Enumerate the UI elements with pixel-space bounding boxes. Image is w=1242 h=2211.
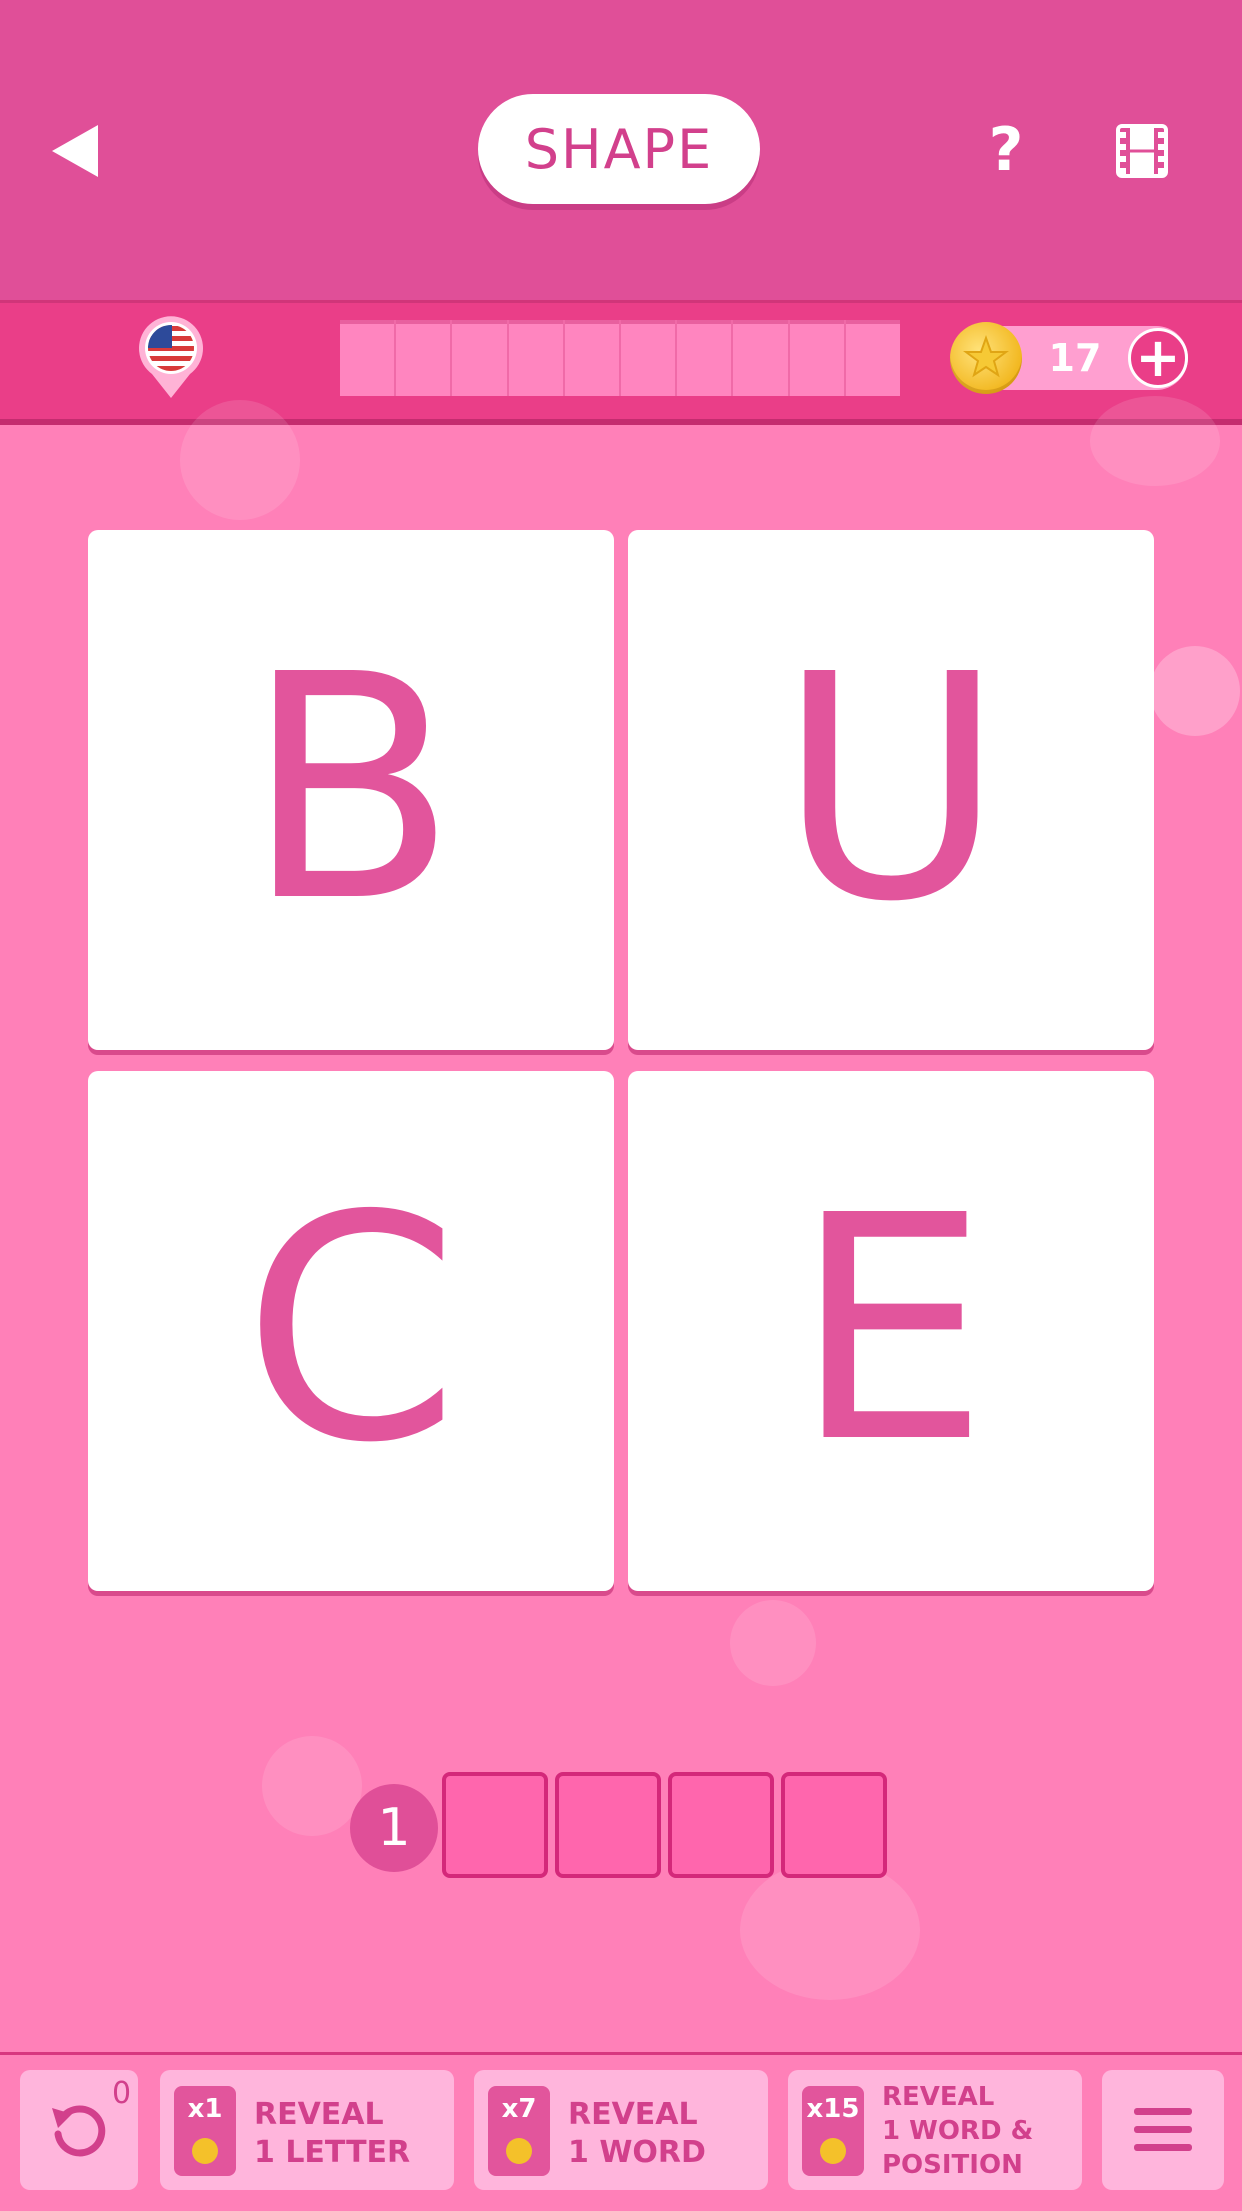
word-number-badge: 1 <box>350 1784 438 1872</box>
hamburger-menu-icon <box>1134 2108 1192 2151</box>
hint-label-line3: POSITION <box>882 2150 1023 2180</box>
background-bubble <box>740 1860 920 2000</box>
level-title: SHAPE <box>524 117 714 181</box>
menu-button[interactable] <box>1102 2070 1224 2190</box>
coin-icon <box>192 2138 218 2164</box>
progress-cell <box>677 320 734 396</box>
progress-cell <box>621 320 678 396</box>
progress-cell <box>340 320 397 396</box>
answer-letter-slot[interactable] <box>442 1772 548 1878</box>
coin-count: 17 <box>1048 336 1102 380</box>
hint-label-line2: 1 WORD <box>568 2135 706 2170</box>
background-bubble <box>730 1600 816 1686</box>
hint-cost: x1 <box>187 2094 223 2124</box>
hint-cost: x15 <box>806 2094 860 2124</box>
background-bubble <box>1150 646 1240 736</box>
progress-cell <box>509 320 565 396</box>
hint-cost-badge: x1 <box>174 2086 236 2176</box>
progress-cell <box>565 320 622 396</box>
add-coins-button[interactable]: + <box>1128 328 1188 388</box>
tile-letter: B <box>244 609 458 970</box>
undo-icon <box>52 2105 106 2157</box>
letter-tile[interactable]: U <box>628 530 1154 1050</box>
coin-icon <box>506 2138 532 2164</box>
hint-label-line2: 1 LETTER <box>254 2135 411 2170</box>
level-title-pill: SHAPE <box>478 94 760 204</box>
undo-count: 0 <box>112 2076 132 2111</box>
help-button[interactable]: ? <box>976 112 1036 188</box>
tile-letter: C <box>242 1150 460 1511</box>
letter-tile[interactable]: B <box>88 530 614 1050</box>
hint-label-line1: REVEAL <box>568 2097 698 2132</box>
hint-label-line1: REVEAL <box>882 2082 995 2112</box>
background-bubble <box>262 1736 362 1836</box>
hint-label-line1: REVEAL <box>254 2097 384 2132</box>
progress-cell <box>733 320 790 396</box>
hint-label-line2: 1 WORD & <box>882 2116 1034 2146</box>
answer-letter-slot[interactable] <box>555 1772 661 1878</box>
coin-icon <box>950 322 1022 394</box>
hint-cost-badge: x15 <box>802 2086 864 2176</box>
background-bubble <box>1090 396 1220 486</box>
hint-cost-badge: x7 <box>488 2086 550 2176</box>
us-flag-icon[interactable] <box>138 316 204 400</box>
letter-tile[interactable]: E <box>628 1071 1154 1591</box>
hint-cost: x7 <box>501 2094 537 2124</box>
progress-cell <box>790 320 846 396</box>
answer-letter-slot[interactable] <box>781 1772 887 1878</box>
star-icon <box>963 335 1009 378</box>
level-progress-strip <box>340 320 900 396</box>
film-icon[interactable] <box>1116 124 1168 178</box>
answer-letter-slot[interactable] <box>668 1772 774 1878</box>
letter-tile[interactable]: C <box>88 1071 614 1591</box>
tile-letter: E <box>793 1150 989 1511</box>
back-arrow-icon[interactable] <box>52 125 100 177</box>
tile-letter: U <box>777 609 1005 970</box>
coin-icon <box>820 2138 846 2164</box>
progress-cell <box>396 320 453 396</box>
progress-cell <box>452 320 509 396</box>
background-bubble <box>180 400 300 520</box>
progress-cell <box>846 320 900 396</box>
